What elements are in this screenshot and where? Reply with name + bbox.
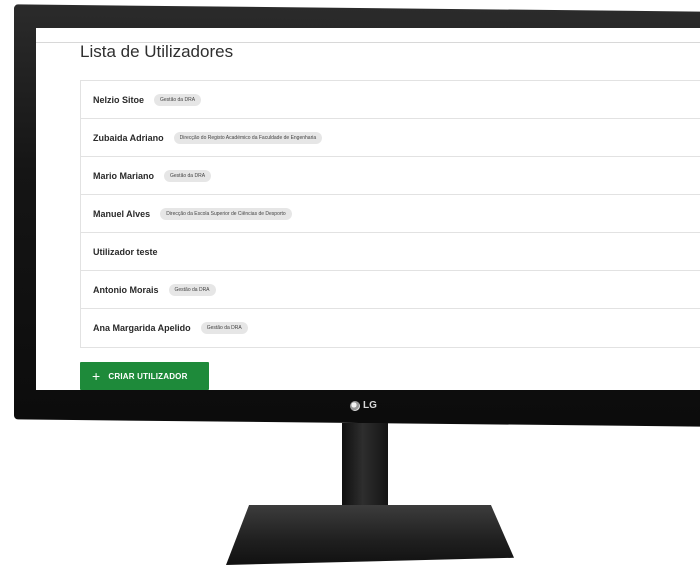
user-name: Utilizador teste bbox=[93, 246, 158, 257]
list-item[interactable]: Antonio Morais Gestão da DRA bbox=[81, 271, 700, 309]
lg-logo-icon bbox=[350, 400, 360, 411]
user-name: Antonio Morais bbox=[93, 284, 159, 295]
monitor-stand-base bbox=[226, 505, 514, 565]
role-badge: Gestão da DRA bbox=[168, 283, 216, 296]
screen: Lista de Utilizadores Nelzio Sitoe Gestã… bbox=[36, 28, 700, 390]
user-name: Ana Margarida Apelido bbox=[93, 323, 191, 333]
role-badge: Gestão da DRA bbox=[164, 169, 212, 182]
create-user-label: CRIAR UTILIZADOR bbox=[108, 371, 188, 381]
user-name: Manuel Alves bbox=[93, 208, 151, 219]
page-title: Lista de Utilizadores bbox=[80, 42, 234, 61]
monitor-stand-neck bbox=[342, 423, 388, 511]
role-badge: Gestão da DRA bbox=[154, 93, 202, 106]
list-item[interactable]: Nelzio Sitoe Gestão da DRA bbox=[81, 81, 700, 119]
create-user-button[interactable]: + CRIAR UTILIZADOR bbox=[80, 362, 209, 390]
role-badge: Direcção da Escola Superior de Ciências … bbox=[160, 207, 292, 220]
list-item[interactable]: Mario Mariano Gestão da DRA bbox=[81, 157, 700, 195]
list-item[interactable]: Manuel Alves Direcção da Escola Superior… bbox=[81, 195, 700, 233]
brand-logo: LG bbox=[350, 400, 377, 411]
brand-name: LG bbox=[363, 400, 377, 411]
list-item[interactable]: Ana Margarida Apelido Gestão da DRA bbox=[81, 309, 700, 347]
user-name: Nelzio Sitoe bbox=[93, 94, 145, 105]
user-name: Mario Mariano bbox=[93, 170, 155, 181]
role-badge: Direcção do Registo Académico da Faculda… bbox=[173, 131, 323, 144]
plus-icon: + bbox=[92, 368, 101, 384]
list-item[interactable]: Utilizador teste bbox=[81, 233, 700, 271]
role-badge: Gestão da DRA bbox=[200, 322, 248, 334]
user-name: Zubaida Adriano bbox=[93, 132, 164, 143]
user-list: Nelzio Sitoe Gestão da DRA Zubaida Adria… bbox=[80, 80, 700, 348]
list-item[interactable]: Zubaida Adriano Direcção do Registo Acad… bbox=[81, 119, 700, 157]
